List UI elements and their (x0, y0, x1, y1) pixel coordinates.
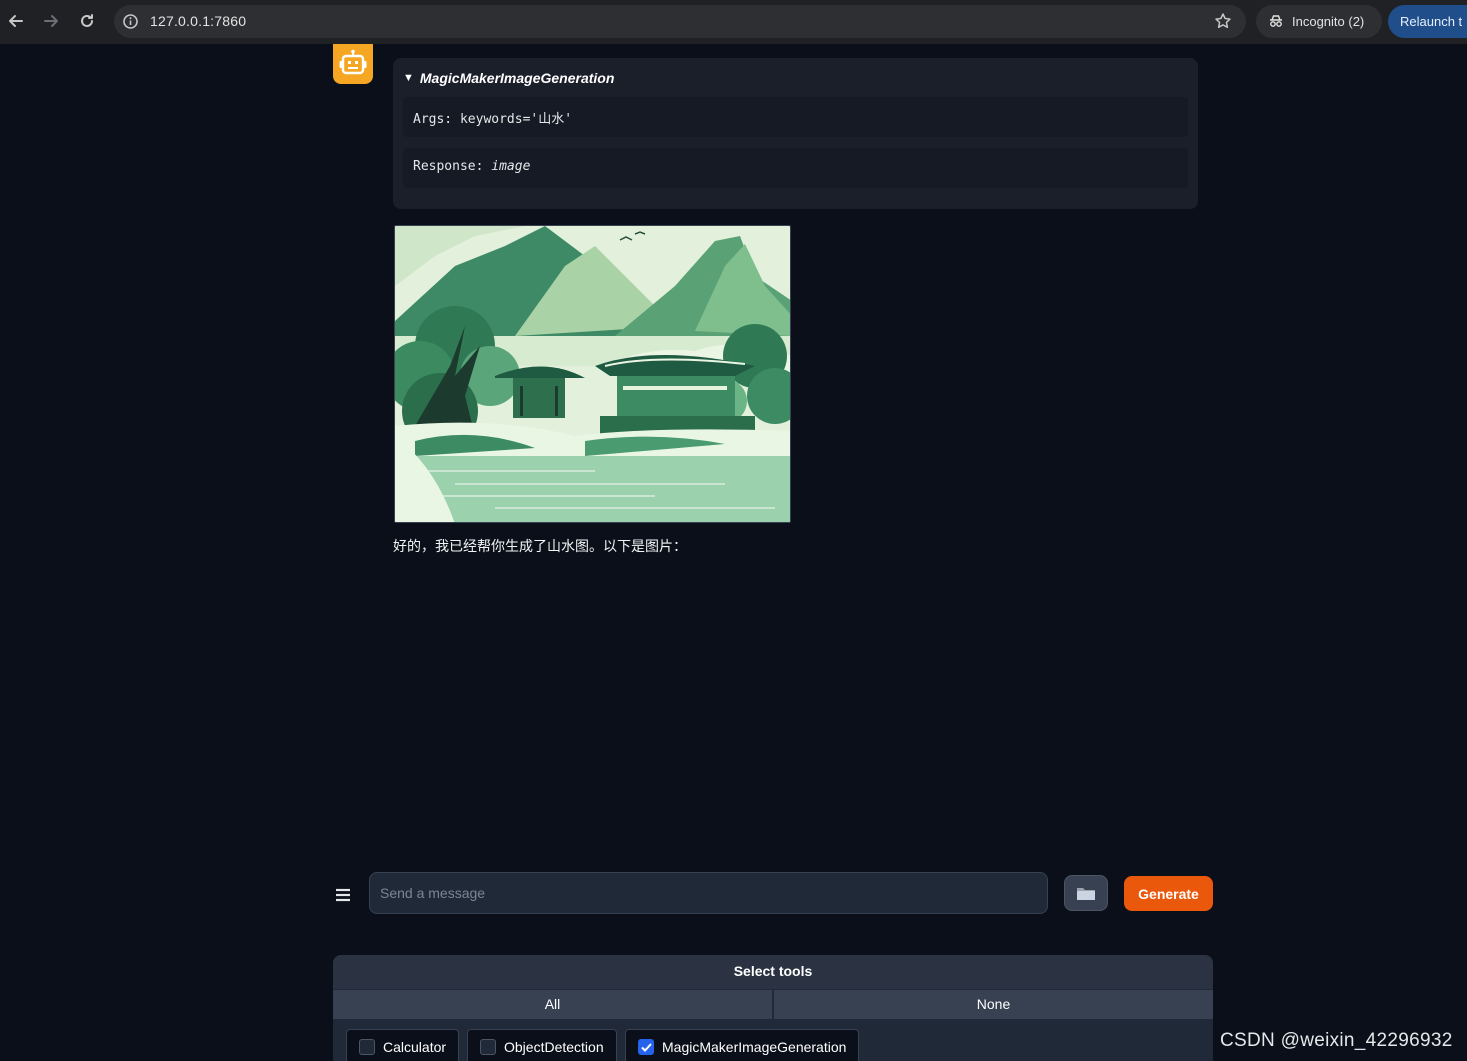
args-value: keywords='山水' (459, 112, 573, 127)
generated-image[interactable] (394, 225, 791, 523)
checkbox[interactable] (480, 1039, 496, 1055)
browser-toolbar: 127.0.0.1:7860 Incognito (2) Relaunch t (0, 0, 1467, 44)
tool-response-box: Response: image (403, 148, 1188, 188)
relaunch-label: Relaunch t (1400, 14, 1463, 29)
tool-call-card: ▼ MagicMakerImageGeneration Args: keywor… (393, 58, 1198, 209)
tools-panel-title: Select tools (333, 955, 1213, 989)
bookmark-star-icon[interactable] (1214, 12, 1232, 30)
arrow-right-icon (44, 15, 58, 27)
tool-label: MagicMakerImageGeneration (662, 1039, 847, 1055)
select-none-button[interactable]: None (774, 989, 1213, 1019)
checkmark-icon (640, 1042, 652, 1052)
incognito-indicator[interactable]: Incognito (2) (1256, 5, 1382, 38)
arrow-left-icon (9, 15, 23, 27)
response-label: Response: (413, 159, 492, 174)
relaunch-button[interactable]: Relaunch t (1388, 5, 1467, 38)
select-all-button[interactable]: All (333, 989, 772, 1019)
tool-name: MagicMakerImageGeneration (419, 70, 615, 86)
message-input[interactable] (369, 872, 1048, 914)
url-text[interactable]: 127.0.0.1:7860 (150, 13, 246, 29)
triangle-down-icon: ▼ (403, 72, 414, 84)
tools-panel: Select tools All None Calculator ObjectD… (333, 955, 1213, 1061)
incognito-icon (1270, 15, 1282, 27)
checkbox-checked[interactable] (638, 1039, 654, 1055)
tool-checkbox-objectdetection[interactable]: ObjectDetection (467, 1029, 617, 1061)
response-value: image (491, 159, 531, 174)
robot-icon (339, 49, 367, 75)
checkbox[interactable] (359, 1039, 375, 1055)
landscape-illustration (395, 226, 790, 522)
generate-button[interactable]: Generate (1124, 876, 1213, 911)
tool-call-toggle[interactable]: ▼ MagicMakerImageGeneration (403, 70, 614, 86)
tool-checkbox-calculator[interactable]: Calculator (346, 1029, 460, 1061)
info-icon[interactable] (122, 13, 139, 30)
reload-icon (81, 14, 93, 27)
tool-label: Calculator (383, 1039, 447, 1055)
bot-avatar (333, 44, 373, 84)
watermark-text: CSDN @weixin_42296932 (1220, 1030, 1453, 1051)
forward-button[interactable] (38, 8, 64, 34)
folder-icon (1077, 888, 1095, 900)
tool-label: ObjectDetection (504, 1039, 604, 1055)
tool-checkbox-magicmaker[interactable]: MagicMakerImageGeneration (625, 1029, 860, 1061)
menu-icon[interactable] (334, 886, 352, 904)
incognito-label: Incognito (2) (1292, 14, 1365, 29)
back-button[interactable] (3, 8, 29, 34)
tool-args-box: Args: keywords='山水' (403, 97, 1188, 137)
reload-button[interactable] (74, 8, 100, 34)
upload-button[interactable] (1064, 875, 1108, 911)
assistant-reply-text: 好的，我已经帮你生成了山水图。以下是图片： (393, 538, 687, 554)
address-bar[interactable]: 127.0.0.1:7860 (114, 5, 1246, 38)
args-label: Args: (413, 112, 460, 127)
